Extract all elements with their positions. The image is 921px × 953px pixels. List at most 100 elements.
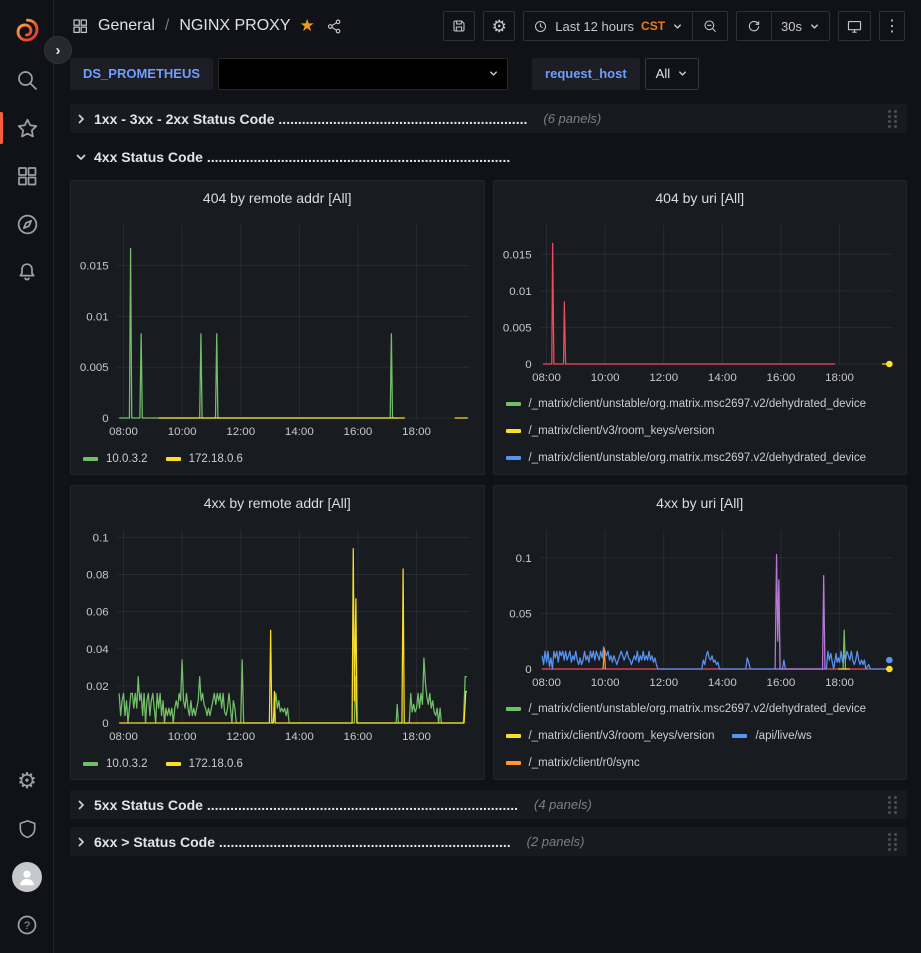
legend-label: /_matrix/client/unstable/org.matrix.msc2…	[529, 398, 867, 410]
dashboard-header: General / NGINX PROXY ★ ⚙	[55, 0, 921, 52]
legend-item[interactable]: /_matrix/client/unstable/org.matrix.msc2…	[506, 452, 867, 464]
legend-label: 10.0.3.2	[106, 453, 148, 465]
svg-text:0.005: 0.005	[502, 323, 531, 335]
svg-text:08:00: 08:00	[109, 731, 138, 743]
row-panel-count: (6 panels)	[543, 111, 601, 126]
legend-item[interactable]: /_matrix/client/unstable/org.matrix.msc2…	[506, 703, 867, 715]
row-header-6xx[interactable]: 6xx > Status Code ......................…	[70, 827, 907, 856]
refresh-interval-dropdown[interactable]: 30s	[771, 12, 829, 40]
sidebar-item-profile[interactable]	[0, 853, 54, 901]
sidebar-expand-button[interactable]: ›	[44, 36, 72, 64]
sidebar-item-explore[interactable]	[0, 200, 54, 248]
sidebar-item-configuration[interactable]: ⚙	[0, 757, 54, 805]
svg-text:18:00: 18:00	[825, 372, 854, 384]
sidebar-item-server-admin[interactable]	[0, 805, 54, 853]
star-outline-icon	[15, 116, 40, 141]
legend-row: /_matrix/client/unstable/org.matrix.msc2…	[506, 444, 897, 471]
save-dashboard-button[interactable]	[443, 11, 475, 41]
panel-title[interactable]: 404 by uri [All]	[494, 181, 907, 215]
timeseries-plot[interactable]: 08:0010:0012:0014:0016:0018:0000.050.1	[494, 520, 907, 693]
svg-text:0.05: 0.05	[509, 609, 531, 621]
sidebar-item-starred[interactable]	[0, 104, 54, 152]
legend-swatch	[83, 762, 98, 766]
legend-swatch	[166, 762, 181, 766]
main-area: General / NGINX PROXY ★ ⚙	[55, 0, 921, 953]
timeseries-plot[interactable]: 08:0010:0012:0014:0016:0018:0000.020.040…	[71, 520, 484, 747]
zoom-out-icon	[702, 18, 718, 34]
row-title-dots: ........................................…	[207, 797, 518, 813]
legend-label: /_matrix/client/r0/sync	[529, 757, 640, 769]
gear-icon: ⚙	[17, 770, 37, 792]
row-title: 1xx - 3xx - 2xx Status Code	[94, 111, 275, 127]
svg-text:?: ?	[24, 920, 30, 932]
timezone-label: CST	[641, 19, 665, 33]
legend-swatch	[732, 734, 747, 738]
svg-text:14:00: 14:00	[285, 731, 314, 743]
gear-icon: ⚙	[492, 18, 507, 35]
zoom-out-time-button[interactable]	[692, 12, 727, 40]
variable-label-request-host[interactable]: request_host	[532, 58, 640, 90]
sidebar-item-alerting[interactable]	[0, 248, 54, 296]
panel-title[interactable]: 4xx by remote addr [All]	[71, 486, 484, 520]
timeseries-plot[interactable]: 08:0010:0012:0014:0016:0018:0000.0050.01…	[71, 215, 484, 442]
legend-item[interactable]: /_matrix/client/v3/room_keys/version	[506, 730, 715, 742]
svg-text:16:00: 16:00	[344, 426, 373, 438]
legend-item[interactable]: 172.18.0.6	[166, 758, 243, 770]
refresh-group: 30s	[736, 11, 830, 41]
legend-item[interactable]: 10.0.3.2	[83, 758, 148, 770]
variable-value-datasource[interactable]	[218, 58, 508, 90]
legend-item[interactable]: /api/live/ws	[732, 730, 811, 742]
breadcrumb-separator: /	[164, 17, 170, 35]
breadcrumb-folder[interactable]: General	[98, 17, 155, 35]
sidebar-item-search[interactable]	[0, 56, 54, 104]
chevron-right-icon	[75, 799, 87, 811]
favorite-star-icon[interactable]: ★	[300, 16, 315, 36]
dashboard-settings-button[interactable]: ⚙	[483, 11, 515, 41]
sidebar-item-help[interactable]: ?	[0, 901, 54, 949]
row-header-5xx[interactable]: 5xx Status Code ........................…	[70, 790, 907, 819]
chevron-right-icon	[75, 113, 87, 125]
svg-text:18:00: 18:00	[402, 426, 431, 438]
panel-legend: 10.0.3.2 172.18.0.6	[71, 747, 484, 779]
save-icon	[451, 18, 467, 34]
more-options-button[interactable]: ⋮	[879, 11, 905, 41]
row-header-4xx[interactable]: 4xx Status Code ........................…	[70, 142, 907, 171]
chevron-down-icon	[809, 21, 820, 32]
panel-title[interactable]: 4xx by uri [All]	[494, 486, 907, 520]
svg-text:0.02: 0.02	[86, 681, 108, 693]
legend-item[interactable]: /_matrix/client/r0/sync	[506, 757, 640, 769]
svg-text:10:00: 10:00	[168, 426, 197, 438]
monitor-icon	[846, 18, 863, 35]
legend-item[interactable]: 10.0.3.2	[83, 453, 148, 465]
chevron-down-icon	[677, 68, 688, 79]
svg-text:16:00: 16:00	[766, 372, 795, 384]
breadcrumb-dashboard-title[interactable]: NGINX PROXY	[179, 17, 290, 35]
share-button[interactable]	[324, 18, 345, 35]
row-header-1xx-3xx-2xx[interactable]: 1xx - 3xx - 2xx Status Code ............…	[70, 104, 907, 133]
svg-text:0.06: 0.06	[86, 607, 108, 619]
refresh-button[interactable]	[737, 12, 771, 40]
time-range-picker[interactable]: Last 12 hours CST	[524, 12, 692, 40]
legend-row: /_matrix/client/v3/room_keys/version/sw.…	[506, 471, 897, 474]
legend-label: /_matrix/client/unstable/org.matrix.msc2…	[529, 703, 867, 715]
legend-item[interactable]: /_matrix/client/unstable/org.matrix.msc2…	[506, 398, 867, 410]
row-title-dots: ........................................…	[219, 834, 511, 850]
sidebar-item-dashboards[interactable]	[0, 152, 54, 200]
panel-title[interactable]: 404 by remote addr [All]	[71, 181, 484, 215]
legend-item[interactable]: /_matrix/client/v3/room_keys/version	[506, 425, 715, 437]
row-drag-handle[interactable]	[886, 831, 899, 853]
row-drag-handle[interactable]	[886, 108, 899, 130]
svg-text:12:00: 12:00	[226, 731, 255, 743]
svg-text:14:00: 14:00	[285, 426, 314, 438]
row-panel-count: (2 panels)	[527, 834, 585, 849]
legend-item[interactable]: 172.18.0.6	[166, 453, 243, 465]
timeseries-plot[interactable]: 08:0010:0012:0014:0016:0018:0000.0050.01…	[494, 215, 907, 388]
row-drag-handle[interactable]	[886, 794, 899, 816]
legend-row: /_matrix/client/v3/room_keys/version/api…	[506, 722, 897, 749]
variable-value-request-host[interactable]: All	[645, 58, 699, 90]
variable-label-ds-prometheus[interactable]: DS_PROMETHEUS	[70, 58, 213, 90]
legend-swatch	[506, 707, 521, 711]
cycle-view-mode-button[interactable]	[838, 11, 871, 41]
svg-text:0.015: 0.015	[80, 261, 109, 273]
svg-text:0.015: 0.015	[502, 249, 531, 261]
